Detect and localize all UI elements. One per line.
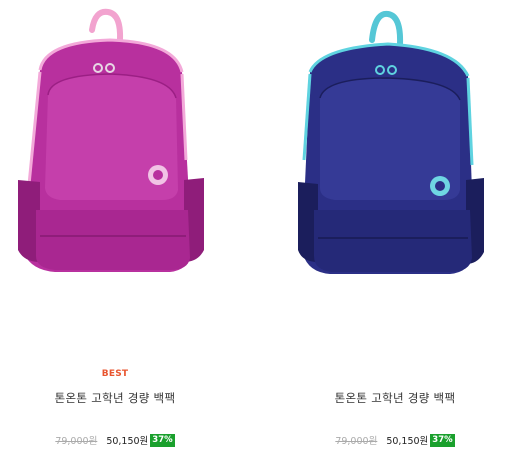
- product-title[interactable]: 톤온톤 고학년 경량 백팩: [0, 390, 230, 406]
- product-image-pink-backpack[interactable]: [0, 0, 230, 300]
- product-title[interactable]: 톤온톤 고학년 경량 백팩: [280, 390, 507, 406]
- best-badge: BEST: [101, 369, 129, 379]
- product-card[interactable]: 톤온톤 고학년 경량 백팩 79,000원 50,150원 37%: [280, 0, 507, 473]
- original-price: 79,000원: [335, 436, 378, 447]
- discount-badge: 37%: [430, 433, 455, 447]
- price-row: 79,000원 50,150원 37%: [0, 433, 230, 447]
- product-image-navy-backpack[interactable]: [280, 0, 507, 300]
- product-card[interactable]: BEST 톤온톤 고학년 경량 백팩 79,000원 50,150원 37%: [0, 0, 230, 473]
- sale-price: 50,150원: [386, 436, 429, 447]
- sale-price: 50,150원: [106, 436, 149, 447]
- original-price: 79,000원: [55, 436, 98, 447]
- discount-badge: 37%: [150, 433, 175, 447]
- price-row: 79,000원 50,150원 37%: [280, 433, 507, 447]
